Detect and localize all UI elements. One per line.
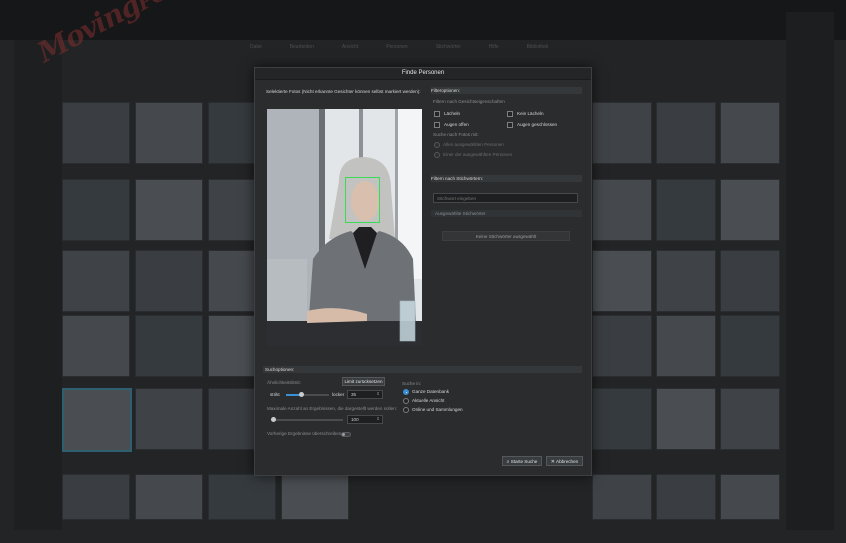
- nav-item[interactable]: Ansicht: [342, 44, 358, 50]
- eyes-open-label: Augen offen: [444, 122, 469, 127]
- search-in-label: Suche in:: [402, 381, 422, 386]
- photo-thumbnail[interactable]: [592, 474, 652, 520]
- photo-thumbnail[interactable]: [62, 388, 132, 452]
- face-props-label: Filtern nach Gesichtseigenschaften: [433, 99, 505, 104]
- online-collections-radio[interactable]: [403, 407, 409, 413]
- photo-thumbnail[interactable]: [135, 179, 203, 241]
- overwrite-toggle[interactable]: [341, 432, 351, 437]
- photo-thumbnail[interactable]: [592, 179, 652, 241]
- photo-thumbnail[interactable]: [62, 250, 130, 312]
- photo-thumbnail[interactable]: [720, 474, 780, 520]
- no-keywords-button[interactable]: Keine Stichwörter ausgewählt: [442, 231, 570, 241]
- cancel-button[interactable]: ✕ Abbrechen: [546, 456, 583, 466]
- similarity-slider[interactable]: [286, 392, 329, 397]
- eyes-closed-label: Augen geschlossen: [517, 122, 558, 127]
- nav-item[interactable]: Personen: [386, 44, 407, 50]
- photo-thumbnail[interactable]: [592, 102, 652, 164]
- not-smiling-checkbox[interactable]: [507, 111, 513, 117]
- not-smiling-label: Kein Lächeln: [517, 111, 544, 116]
- nav-item[interactable]: Hilfe: [489, 44, 499, 50]
- photo-thumbnail[interactable]: [135, 474, 203, 520]
- cancel-label: Abbrechen: [556, 459, 579, 464]
- selected-photos-label: Selektierte Fotos (Nicht erkannte Gesich…: [266, 89, 421, 94]
- selected-photo[interactable]: [267, 109, 422, 346]
- selected-keywords-label: Ausgewählte Stichwörter: [435, 211, 486, 216]
- photo-thumbnail[interactable]: [720, 315, 780, 377]
- start-search-label: Starte Suche: [510, 459, 538, 464]
- smiling-checkbox[interactable]: [434, 111, 440, 117]
- keyword-input[interactable]: [433, 193, 578, 203]
- loose-label: locker: [332, 392, 345, 397]
- photo-thumbnail[interactable]: [720, 388, 780, 450]
- photo-thumbnail[interactable]: [208, 474, 276, 520]
- keywords-header: Filtern nach Stichwörtern:: [431, 176, 484, 181]
- photo-thumbnail[interactable]: [281, 474, 349, 520]
- all-persons-radio[interactable]: [434, 142, 440, 148]
- similarity-label: Ähnlichkeitslimit:: [267, 380, 301, 385]
- search-options-header: Suchoptionen:: [265, 367, 295, 372]
- eyes-open-checkbox[interactable]: [434, 122, 440, 128]
- strict-label: strikt: [270, 392, 280, 397]
- photo-thumbnail[interactable]: [592, 315, 652, 377]
- current-view-label: Aktuelle Ansicht: [412, 398, 445, 403]
- photo-thumbnail[interactable]: [62, 315, 130, 377]
- face-detection-box[interactable]: [345, 177, 380, 223]
- dialog-title: Finde Personen: [255, 68, 591, 80]
- nav-item[interactable]: Bearbeiten: [290, 44, 314, 50]
- app-right-panel: [786, 12, 834, 530]
- app-left-panel: [14, 40, 62, 530]
- app-topbar: [0, 0, 846, 40]
- photo-thumbnail[interactable]: [720, 250, 780, 312]
- max-results-label: Maximale Anzahl an Ergebnissen, die darg…: [267, 406, 397, 411]
- slider-knob[interactable]: [270, 417, 276, 422]
- reset-limit-button[interactable]: Limit zurücksetzen: [342, 377, 385, 386]
- nav-item[interactable]: Stichwörter: [436, 44, 461, 50]
- overwrite-label: Vorherige Ergebnisse überschreiben: [267, 431, 342, 436]
- photo-illustration: [267, 109, 422, 346]
- find-persons-dialog: Finde Personen Selektierte Fotos (Nicht …: [254, 67, 592, 476]
- whole-db-radio[interactable]: [403, 389, 409, 395]
- photo-thumbnail[interactable]: [592, 388, 652, 450]
- photo-thumbnail[interactable]: [135, 315, 203, 377]
- max-results-slider[interactable]: [270, 417, 343, 422]
- start-search-button[interactable]: ⌕ Starte Suche: [502, 456, 542, 466]
- search-photos-with-label: Suche nach Fotos mit:: [433, 132, 479, 137]
- photo-thumbnail[interactable]: [720, 102, 780, 164]
- photo-thumbnail[interactable]: [62, 102, 130, 164]
- current-view-radio[interactable]: [403, 398, 409, 404]
- photo-thumbnail[interactable]: [656, 179, 716, 241]
- photo-thumbnail[interactable]: [62, 474, 130, 520]
- photo-thumbnail[interactable]: [135, 102, 203, 164]
- photo-thumbnail[interactable]: [656, 250, 716, 312]
- search-icon: ⌕: [506, 459, 510, 465]
- nav-item[interactable]: Bibliothek: [527, 44, 549, 50]
- nav-item[interactable]: Datei: [250, 44, 262, 50]
- smiling-label: Lächeln: [444, 111, 461, 116]
- filter-header: Filteroptionen:: [431, 88, 461, 93]
- eyes-closed-checkbox[interactable]: [507, 122, 513, 128]
- photo-thumbnail[interactable]: [592, 250, 652, 312]
- photo-thumbnail[interactable]: [720, 179, 780, 241]
- app-nav: Datei Bearbeiten Ansicht Personen Stichw…: [250, 40, 620, 54]
- photo-thumbnail[interactable]: [135, 250, 203, 312]
- online-collections-label: Online und Sammlungen: [412, 407, 463, 412]
- whole-db-label: Ganze Datenbank: [412, 389, 450, 394]
- all-persons-label: Allen ausgewählten Personen: [443, 142, 504, 147]
- photo-thumbnail[interactable]: [656, 474, 716, 520]
- photo-thumbnail[interactable]: [656, 388, 716, 450]
- max-results-spinner-icon[interactable]: ⇕: [375, 416, 381, 422]
- one-person-label: Einer der ausgewählten Personen: [443, 152, 513, 157]
- similarity-spinner-icon[interactable]: ⇕: [375, 391, 381, 397]
- one-person-radio[interactable]: [434, 152, 440, 158]
- photo-thumbnail[interactable]: [62, 179, 130, 241]
- close-icon: ✕: [550, 459, 555, 465]
- photo-thumbnail[interactable]: [135, 388, 203, 450]
- slider-knob[interactable]: [298, 392, 304, 397]
- search-options-bar: [263, 366, 582, 373]
- photo-thumbnail[interactable]: [656, 315, 716, 377]
- photo-thumbnail[interactable]: [656, 102, 716, 164]
